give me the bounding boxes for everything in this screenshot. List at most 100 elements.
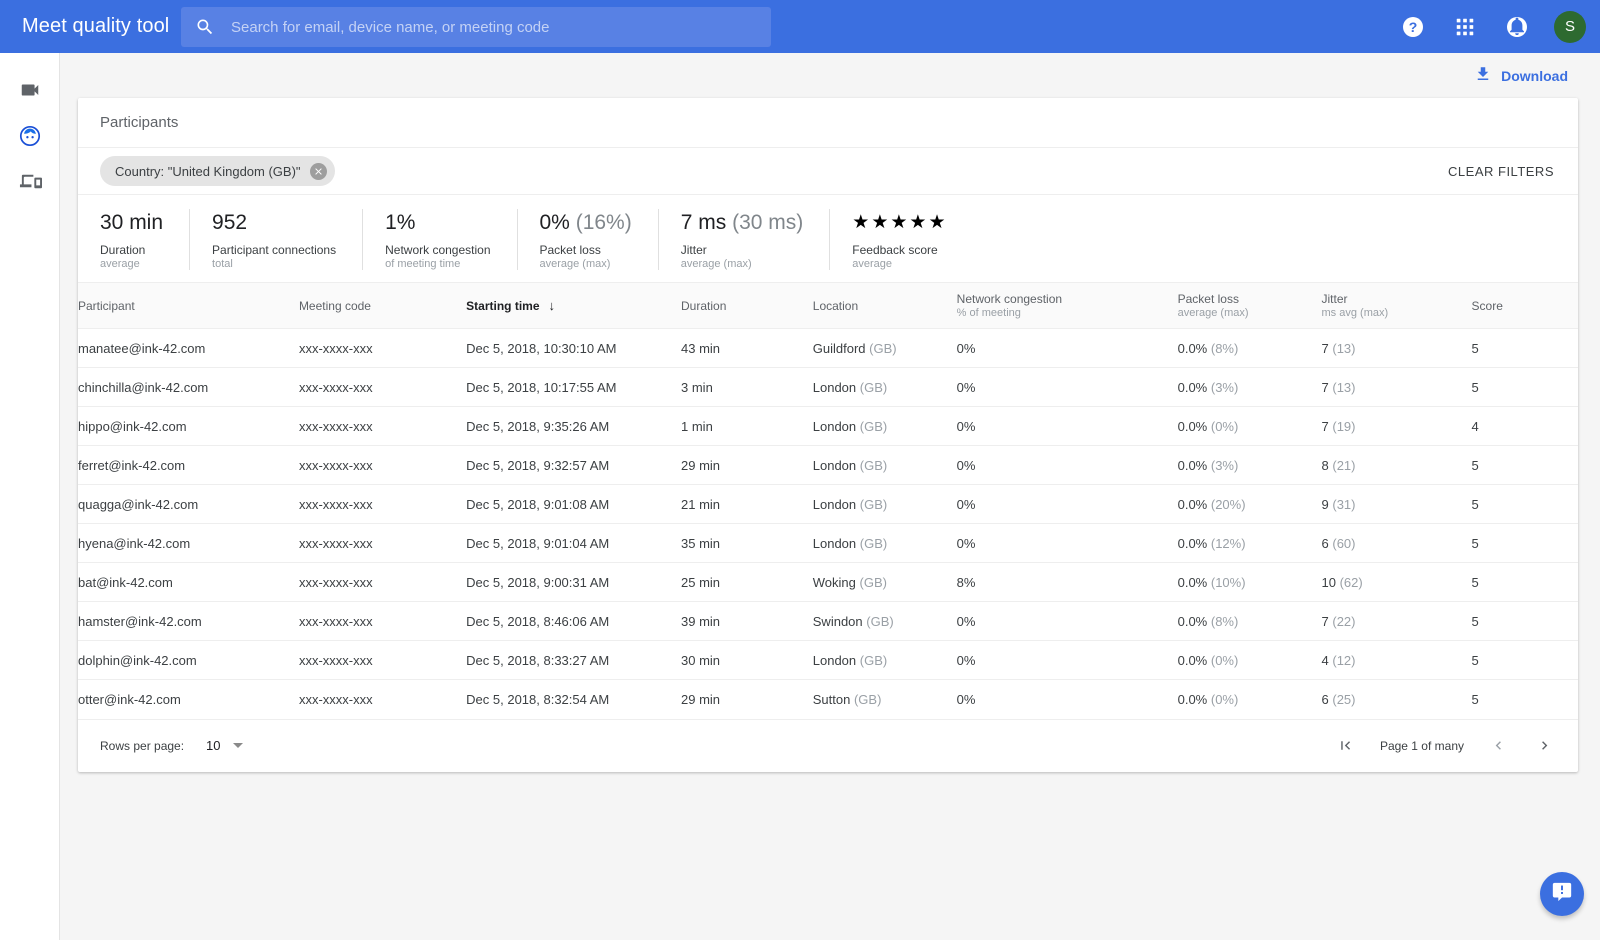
table-row[interactable]: bat@ink-42.comxxx-xxxx-xxxDec 5, 2018, 9… (78, 563, 1578, 602)
stat-value: 1% (385, 211, 415, 234)
stat-sublabel: of meeting time (385, 258, 490, 270)
cell-duration: 39 min (681, 602, 813, 641)
stat-value: 7 ms (681, 211, 727, 234)
cell-location: London (GB) (813, 407, 957, 446)
stat-jitter: 7 ms (30 ms) Jitter average (max) (659, 209, 831, 270)
cell-meeting-code: xxx-xxxx-xxx (299, 524, 466, 563)
rows-per-page-select[interactable]: 10 (206, 738, 242, 753)
cell-meeting-code: xxx-xxxx-xxx (299, 641, 466, 680)
cell-score: 5 (1472, 602, 1578, 641)
sidebar-item-participants[interactable] (0, 115, 60, 161)
cell-duration: 3 min (681, 368, 813, 407)
cell-location-secondary: (GB) (856, 536, 887, 551)
cell-jitter-value: 6 (1322, 692, 1329, 707)
cell-packet-loss-secondary: (0%) (1207, 653, 1238, 668)
cell-location: London (GB) (813, 368, 957, 407)
cell-meeting-code: xxx-xxxx-xxx (299, 680, 466, 719)
filter-chip-label: Country: "United Kingdom (GB)" (115, 164, 301, 179)
stat-sublabel: average (max) (540, 258, 632, 270)
cell-jitter: 10 (62) (1322, 563, 1472, 602)
cell-participant-value: ferret@ink-42.com (78, 458, 185, 473)
column-header-duration[interactable]: Duration (681, 283, 813, 329)
column-header-participant[interactable]: Participant (78, 283, 299, 329)
first-page-icon[interactable] (1334, 734, 1358, 758)
feedback-fab[interactable] (1540, 872, 1584, 916)
column-header-network-congestion[interactable]: Network congestion% of meeting (957, 283, 1178, 329)
cell-location-value: London (813, 653, 856, 668)
participants-table: ParticipantMeeting code Starting time↓Dur… (78, 282, 1578, 719)
cell-starting-time-value: Dec 5, 2018, 10:30:10 AM (466, 341, 616, 356)
sidebar-item-meetings[interactable] (0, 69, 60, 115)
cell-jitter-secondary: (13) (1329, 341, 1356, 356)
column-header-starting-time[interactable]: Starting time↓ (466, 283, 681, 329)
cell-participant: hippo@ink-42.com (78, 407, 299, 446)
help-icon[interactable]: ? (1396, 10, 1430, 44)
star-icon: ★ (871, 209, 888, 237)
download-button[interactable]: Download (1468, 59, 1574, 92)
cell-packet-loss-secondary: (3%) (1207, 458, 1238, 473)
sidebar-item-devices[interactable] (0, 161, 60, 207)
feedback-speech-bubble-icon (1551, 881, 1573, 908)
table-row[interactable]: quagga@ink-42.comxxx-xxxx-xxxDec 5, 2018… (78, 485, 1578, 524)
close-circle-icon[interactable] (310, 163, 327, 180)
cell-participant: otter@ink-42.com (78, 680, 299, 719)
cell-duration-value: 30 min (681, 653, 720, 668)
stat-label: Participant connections (212, 243, 336, 257)
cell-participant-value: hippo@ink-42.com (78, 419, 187, 434)
chevron-right-icon[interactable] (1532, 734, 1556, 758)
table-row[interactable]: ferret@ink-42.comxxx-xxxx-xxxDec 5, 2018… (78, 446, 1578, 485)
avatar[interactable]: S (1554, 11, 1586, 43)
search-input[interactable] (231, 19, 757, 36)
notifications-bell-icon[interactable] (1500, 10, 1534, 44)
cell-duration-value: 21 min (681, 497, 720, 512)
chevron-left-icon[interactable] (1486, 734, 1510, 758)
cell-jitter-secondary: (31) (1329, 497, 1356, 512)
table-row[interactable]: hippo@ink-42.comxxx-xxxx-xxxDec 5, 2018,… (78, 407, 1578, 446)
cell-location-value: London (813, 419, 856, 434)
clear-filters-button[interactable]: CLEAR FILTERS (1446, 158, 1556, 185)
column-header-label: Score (1472, 299, 1503, 313)
download-icon (1474, 65, 1492, 86)
column-header-jitter[interactable]: Jitterms avg (max) (1322, 283, 1472, 329)
cell-packet-loss: 0.0% (3%) (1178, 446, 1322, 485)
cell-jitter-secondary: (62) (1336, 575, 1363, 590)
cell-starting-time: Dec 5, 2018, 8:32:54 AM (466, 680, 681, 719)
search-bar[interactable] (181, 7, 771, 47)
table-row[interactable]: otter@ink-42.comxxx-xxxx-xxxDec 5, 2018,… (78, 680, 1578, 719)
cell-packet-loss-value: 0.0% (1178, 458, 1208, 473)
column-header-meeting-code[interactable]: Meeting code (299, 283, 466, 329)
apps-grid-icon[interactable] (1448, 10, 1482, 44)
filter-chip-country[interactable]: Country: "United Kingdom (GB)" (100, 156, 335, 186)
column-header-label: Network congestion (957, 292, 1062, 306)
stat-packet-loss: 0% (16%) Packet loss average (max) (518, 209, 659, 270)
table-row[interactable]: manatee@ink-42.comxxx-xxxx-xxxDec 5, 201… (78, 329, 1578, 368)
stat-sublabel: average (852, 258, 945, 270)
column-header-location[interactable]: Location (813, 283, 957, 329)
left-nav-rail (0, 53, 60, 940)
column-header-score[interactable]: Score (1472, 283, 1578, 329)
table-row[interactable]: hyena@ink-42.comxxx-xxxx-xxxDec 5, 2018,… (78, 524, 1578, 563)
stat-max-value: (30 ms) (732, 211, 803, 234)
cell-packet-loss-secondary: (12%) (1207, 536, 1245, 551)
cell-participant: chinchilla@ink-42.com (78, 368, 299, 407)
column-header-packet-loss[interactable]: Packet lossaverage (max) (1178, 283, 1322, 329)
star-icon: ★ (852, 209, 869, 237)
cell-network-congestion: 0% (957, 641, 1178, 680)
cell-starting-time-value: Dec 5, 2018, 9:35:26 AM (466, 419, 609, 434)
table-row[interactable]: dolphin@ink-42.comxxx-xxxx-xxxDec 5, 201… (78, 641, 1578, 680)
cell-starting-time: Dec 5, 2018, 9:00:31 AM (466, 563, 681, 602)
cell-jitter-secondary: (13) (1329, 380, 1356, 395)
cell-location-value: Woking (813, 575, 856, 590)
cell-jitter: 7 (22) (1322, 602, 1472, 641)
cell-location: London (GB) (813, 485, 957, 524)
cell-meeting-code-value: xxx-xxxx-xxx (299, 575, 373, 590)
cell-packet-loss: 0.0% (12%) (1178, 524, 1322, 563)
cell-jitter-value: 10 (1322, 575, 1336, 590)
table-row[interactable]: chinchilla@ink-42.comxxx-xxxx-xxxDec 5, … (78, 368, 1578, 407)
cell-score: 5 (1472, 641, 1578, 680)
cell-jitter-secondary: (25) (1329, 692, 1356, 707)
table-row[interactable]: hamster@ink-42.comxxx-xxxx-xxxDec 5, 201… (78, 602, 1578, 641)
column-header-label: Meeting code (299, 299, 371, 313)
column-header-label: Duration (681, 299, 726, 313)
cell-duration: 29 min (681, 446, 813, 485)
